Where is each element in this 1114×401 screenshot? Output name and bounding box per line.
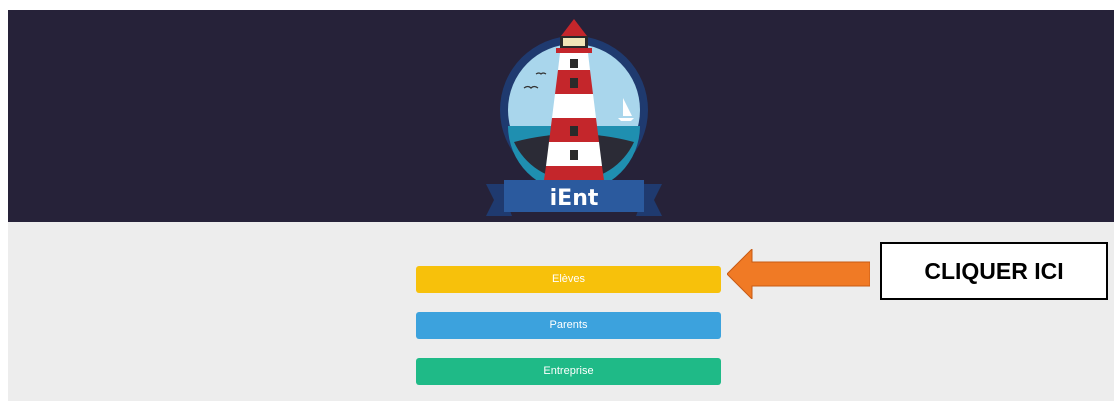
pointer-arrow-icon: [727, 249, 870, 299]
eleves-button[interactable]: Elèves: [416, 266, 721, 293]
callout-box: CLIQUER ICI: [880, 242, 1108, 300]
app-frame: iEnt Elèves Parents Entreprise: [8, 10, 1114, 401]
ient-logo: iEnt: [486, 19, 662, 216]
entreprise-button[interactable]: Entreprise: [416, 358, 721, 385]
logo-text: iEnt: [550, 186, 599, 211]
parents-button[interactable]: Parents: [416, 312, 721, 339]
header-banner: iEnt: [8, 10, 1114, 222]
